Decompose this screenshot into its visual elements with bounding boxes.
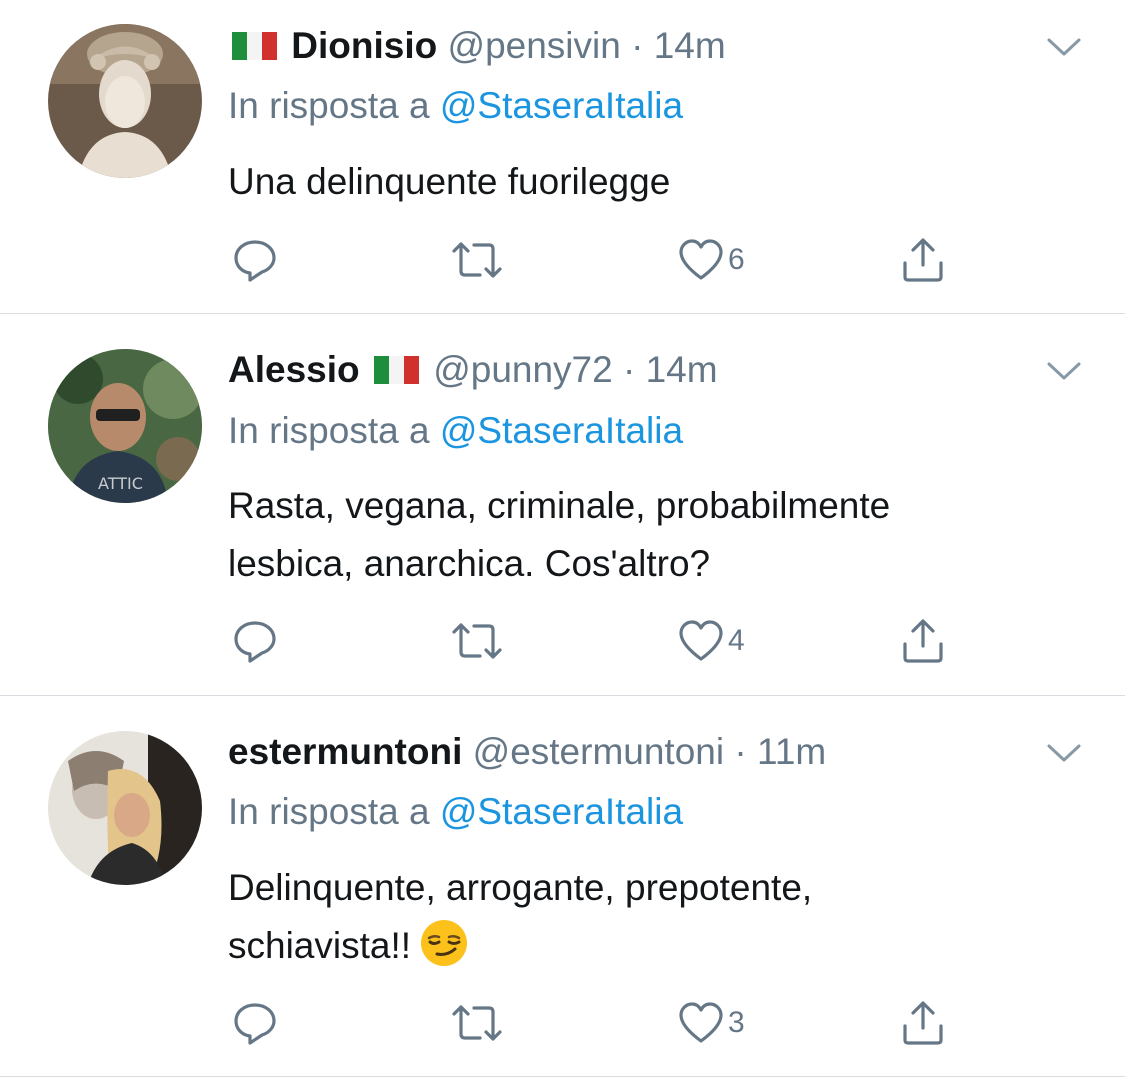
italy-flag-icon bbox=[232, 26, 277, 60]
like-count: 4 bbox=[728, 624, 745, 657]
reply-to-link[interactable]: @StaseraItalia bbox=[440, 410, 683, 451]
reply-context: In risposta a @StaseraItalia bbox=[228, 790, 683, 834]
tweet-text-line: lesbica, anarchica. Cos'altro? bbox=[228, 543, 711, 584]
reply-icon bbox=[234, 1003, 276, 1045]
tweet[interactable]: estermuntoni @estermuntoni · 11m In risp… bbox=[0, 696, 1125, 1076]
divider bbox=[0, 1076, 1125, 1077]
retweet-icon bbox=[452, 623, 502, 659]
avatar[interactable] bbox=[48, 731, 202, 885]
display-name[interactable]: Alessio bbox=[228, 349, 360, 390]
reply-prefix: In risposta a bbox=[228, 791, 430, 832]
timestamp[interactable]: 11m bbox=[757, 731, 826, 772]
retweet-button[interactable] bbox=[450, 616, 504, 666]
reply-prefix: In risposta a bbox=[228, 85, 430, 126]
italy-flag-icon bbox=[373, 350, 419, 384]
tweet-header: Alessio @punny72 · 14m bbox=[228, 348, 718, 392]
tweet-header: estermuntoni @estermuntoni · 11m bbox=[228, 730, 826, 774]
user-handle[interactable]: @punny72 bbox=[433, 349, 613, 390]
tweet-actions: 3 bbox=[228, 998, 968, 1048]
display-name[interactable]: estermuntoni bbox=[228, 731, 462, 772]
timestamp[interactable]: 14m bbox=[646, 349, 718, 390]
user-handle[interactable]: @estermuntoni bbox=[473, 731, 724, 772]
display-name[interactable]: Dionisio bbox=[291, 25, 437, 66]
like-button[interactable]: 3 bbox=[678, 998, 745, 1048]
like-count: 6 bbox=[728, 243, 745, 276]
timestamp[interactable]: 14m bbox=[654, 25, 726, 66]
tweet-text-line: schiavista!! bbox=[228, 925, 412, 966]
share-icon bbox=[903, 1001, 943, 1045]
reply-context: In risposta a @StaseraItalia bbox=[228, 409, 683, 453]
heart-icon bbox=[679, 239, 723, 280]
separator: · bbox=[620, 25, 654, 66]
avatar[interactable]: ATTIC bbox=[48, 349, 202, 503]
tweet-text: Delinquente, arrogante, prepotente, schi… bbox=[228, 859, 1078, 975]
like-button[interactable]: 6 bbox=[678, 235, 745, 285]
smirking-face-emoji bbox=[421, 920, 468, 966]
man-avatar-image: ATTIC bbox=[48, 349, 202, 503]
reply-to-link[interactable]: @StaseraItalia bbox=[440, 85, 683, 126]
tweet[interactable]: ATTIC Alessio @punny72 · 14m In risposta… bbox=[0, 314, 1125, 695]
reply-button[interactable] bbox=[232, 235, 278, 285]
retweet-icon bbox=[452, 242, 502, 278]
like-button[interactable]: 4 bbox=[678, 616, 745, 666]
share-icon bbox=[903, 238, 943, 282]
share-button[interactable] bbox=[900, 235, 946, 285]
reply-icon bbox=[234, 621, 276, 663]
tweet-text-line: Delinquente, arrogante, prepotente, bbox=[228, 867, 813, 908]
tweet-text: Una delinquente fuorilegge bbox=[228, 153, 1078, 211]
reply-context: In risposta a @StaseraItalia bbox=[228, 84, 683, 128]
reply-prefix: In risposta a bbox=[228, 410, 430, 451]
woman-avatar-image bbox=[48, 731, 202, 885]
tweet[interactable]: Dionisio @pensivin · 14m In risposta a @… bbox=[0, 0, 1125, 313]
chevron-down-icon[interactable] bbox=[1046, 742, 1082, 764]
statue-avatar-image bbox=[48, 24, 202, 178]
reply-icon bbox=[234, 240, 276, 282]
heart-icon bbox=[679, 620, 723, 661]
avatar[interactable] bbox=[48, 24, 202, 178]
retweet-button[interactable] bbox=[450, 998, 504, 1048]
reply-to-link[interactable]: @StaseraItalia bbox=[440, 791, 683, 832]
heart-icon bbox=[679, 1002, 723, 1043]
tweet-actions: 6 bbox=[228, 235, 968, 285]
tweet-text-line: Rasta, vegana, criminale, probabilmente bbox=[228, 485, 891, 526]
retweet-icon bbox=[452, 1005, 502, 1041]
share-button[interactable] bbox=[900, 998, 946, 1048]
separator: · bbox=[612, 349, 646, 390]
tweet-header: Dionisio @pensivin · 14m bbox=[228, 24, 726, 68]
like-count: 3 bbox=[728, 1006, 745, 1039]
tweet-text-line-wrap: schiavista!! bbox=[228, 917, 1078, 975]
share-icon bbox=[903, 619, 943, 663]
tweet-text: Rasta, vegana, criminale, probabilmente … bbox=[228, 477, 1078, 593]
tweet-text-line: Una delinquente fuorilegge bbox=[228, 161, 671, 202]
reply-button[interactable] bbox=[232, 998, 278, 1048]
reply-button[interactable] bbox=[232, 616, 278, 666]
retweet-button[interactable] bbox=[450, 235, 504, 285]
chevron-down-icon[interactable] bbox=[1046, 360, 1082, 382]
chevron-down-icon[interactable] bbox=[1046, 36, 1082, 58]
separator: · bbox=[724, 731, 757, 772]
user-handle[interactable]: @pensivin bbox=[448, 25, 621, 66]
tweet-actions: 4 bbox=[228, 616, 968, 666]
svg-text:ATTIC: ATTIC bbox=[98, 474, 143, 493]
share-button[interactable] bbox=[900, 616, 946, 666]
